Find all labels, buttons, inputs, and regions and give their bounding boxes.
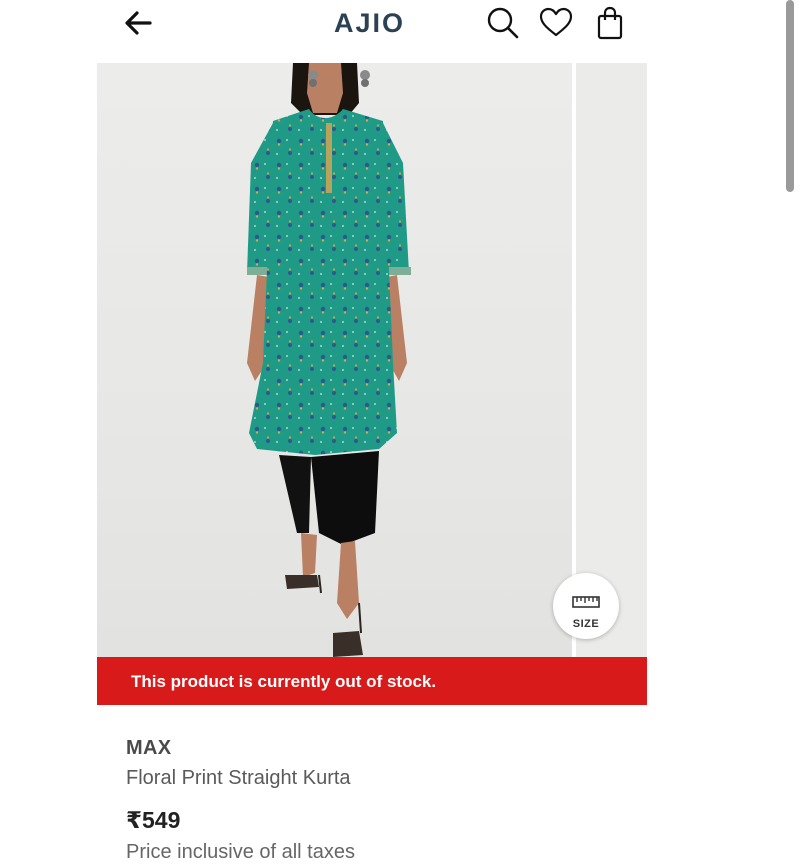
- bag-button[interactable]: [591, 4, 629, 42]
- model-in-kurta-illustration: [247, 63, 411, 657]
- heart-icon: [539, 7, 573, 37]
- tax-note: Price inclusive of all taxes: [126, 841, 355, 863]
- product-image-gallery[interactable]: [97, 63, 647, 657]
- brand-name[interactable]: MAX: [126, 737, 171, 760]
- ajio-logo[interactable]: AJIO: [334, 8, 405, 39]
- search-icon: [487, 7, 519, 39]
- shopping-bag-icon: [597, 6, 623, 40]
- out-of-stock-text: This product is currently out of stock.: [131, 672, 437, 691]
- ruler-icon: [572, 596, 600, 608]
- page-scrollbar[interactable]: [786, 0, 794, 192]
- search-button[interactable]: [484, 4, 522, 42]
- arrow-left-icon: [125, 11, 152, 35]
- product-image[interactable]: [97, 63, 572, 657]
- product-name: Floral Print Straight Kurta: [126, 767, 351, 789]
- out-of-stock-banner: This product is currently out of stock.: [97, 657, 647, 705]
- size-guide-button[interactable]: SIZE: [553, 573, 619, 639]
- back-button[interactable]: [120, 6, 160, 40]
- product-price: ₹549: [126, 807, 181, 833]
- wishlist-button[interactable]: [537, 4, 575, 42]
- size-label: SIZE: [572, 618, 600, 630]
- top-header: AJIO: [0, 0, 800, 50]
- next-product-image[interactable]: [576, 63, 647, 657]
